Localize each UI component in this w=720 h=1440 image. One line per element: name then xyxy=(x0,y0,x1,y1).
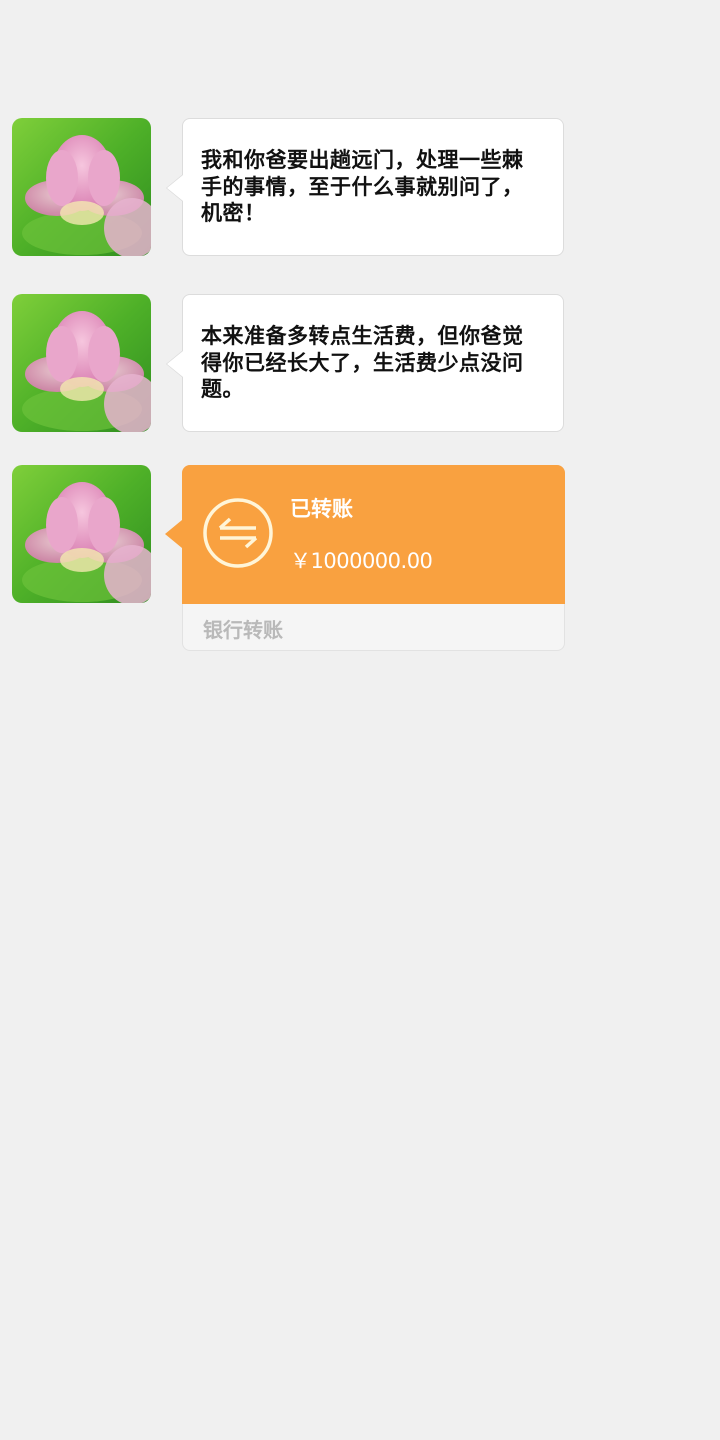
message-text: 我和你爸要出趟远门，处理一些棘手的事情，至于什么事就别问了，机密！ xyxy=(201,148,524,225)
sender-avatar[interactable] xyxy=(12,465,151,603)
lotus-avatar-image xyxy=(12,294,151,432)
message-text: 本来准备多转点生活费，但你爸觉得你已经长大了，生活费少点没问题。 xyxy=(201,324,524,401)
bubble-tail xyxy=(165,520,182,548)
sender-avatar[interactable] xyxy=(12,294,151,432)
transfer-card[interactable]: 已转账 ￥1000000.00 银行转账 xyxy=(165,465,565,651)
message-bubble[interactable]: 本来准备多转点生活费，但你爸觉得你已经长大了，生活费少点没问题。 xyxy=(166,294,564,432)
transfer-status: 已转账 xyxy=(290,497,353,521)
bubble-tail xyxy=(166,174,183,202)
lotus-avatar-image xyxy=(12,465,151,603)
lotus-avatar-image xyxy=(12,118,151,256)
bubble-tail xyxy=(166,350,183,378)
transfer-amount: ￥1000000.00 xyxy=(290,549,433,573)
sender-avatar[interactable] xyxy=(12,118,151,256)
transfer-arrows-icon xyxy=(202,497,274,569)
transfer-type-label: 银行转账 xyxy=(203,618,283,642)
transfer-card-header: 已转账 ￥1000000.00 xyxy=(165,465,565,604)
message-bubble[interactable]: 我和你爸要出趟远门，处理一些棘手的事情，至于什么事就别问了，机密！ xyxy=(166,118,564,256)
